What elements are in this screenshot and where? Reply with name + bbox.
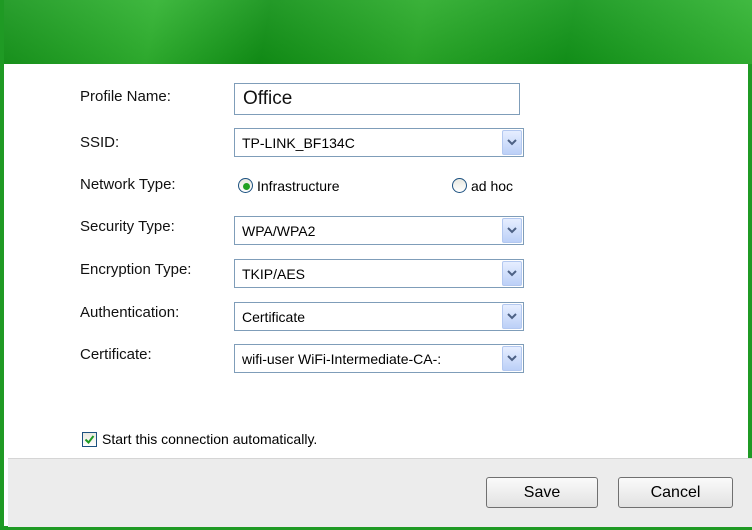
authentication-value: Certificate: [242, 309, 306, 325]
radio-circle: [238, 178, 253, 193]
cancel-button[interactable]: Cancel: [618, 477, 733, 508]
auto-connect-label: Start this connection automatically.: [102, 431, 318, 447]
radio-selected-dot: [243, 183, 250, 190]
security-type-value: WPA/WPA2: [242, 223, 316, 239]
encryption-type-dropdown-button[interactable]: [502, 261, 522, 286]
ssid-value: TP-LINK_BF134C: [242, 135, 355, 151]
ssid-label: SSID:: [80, 134, 120, 151]
header-banner: [4, 0, 752, 64]
radio-ad-hoc-label: ad hoc: [471, 178, 514, 194]
chevron-down-icon: [507, 313, 517, 320]
radio-circle: [452, 178, 467, 193]
network-type-label: Network Type:: [80, 176, 176, 193]
chevron-down-icon: [507, 227, 517, 234]
save-button[interactable]: Save: [486, 477, 598, 508]
profile-name-input[interactable]: Office: [234, 83, 520, 115]
authentication-select[interactable]: Certificate: [234, 302, 524, 331]
authentication-label: Authentication:: [80, 304, 180, 321]
profile-name-label: Profile Name:: [80, 88, 171, 105]
authentication-dropdown-button[interactable]: [502, 304, 522, 329]
certificate-dropdown-button[interactable]: [502, 346, 522, 371]
ssid-dropdown-button[interactable]: [502, 130, 522, 155]
encryption-type-label: Encryption Type:: [80, 261, 192, 278]
radio-infrastructure-label: Infrastructure: [257, 178, 340, 194]
security-type-dropdown-button[interactable]: [502, 218, 522, 243]
chevron-down-icon: [507, 355, 517, 362]
chevron-down-icon: [507, 270, 517, 277]
security-type-select[interactable]: WPA/WPA2: [234, 216, 524, 245]
auto-connect-checkbox[interactable]: [82, 432, 97, 447]
profile-dialog: Profile Name: Office SSID: TP-LINK_BF134…: [0, 0, 752, 530]
certificate-label: Certificate:: [80, 346, 152, 363]
security-type-label: Security Type:: [80, 218, 175, 235]
certificate-select[interactable]: wifi-user WiFi-Intermediate-CA-:: [234, 344, 524, 373]
check-icon: [84, 435, 95, 445]
chevron-down-icon: [507, 139, 517, 146]
encryption-type-value: TKIP/AES: [242, 266, 306, 282]
certificate-value: wifi-user WiFi-Intermediate-CA-:: [242, 351, 442, 367]
encryption-type-select[interactable]: TKIP/AES: [234, 259, 524, 288]
ssid-select[interactable]: TP-LINK_BF134C: [234, 128, 524, 157]
